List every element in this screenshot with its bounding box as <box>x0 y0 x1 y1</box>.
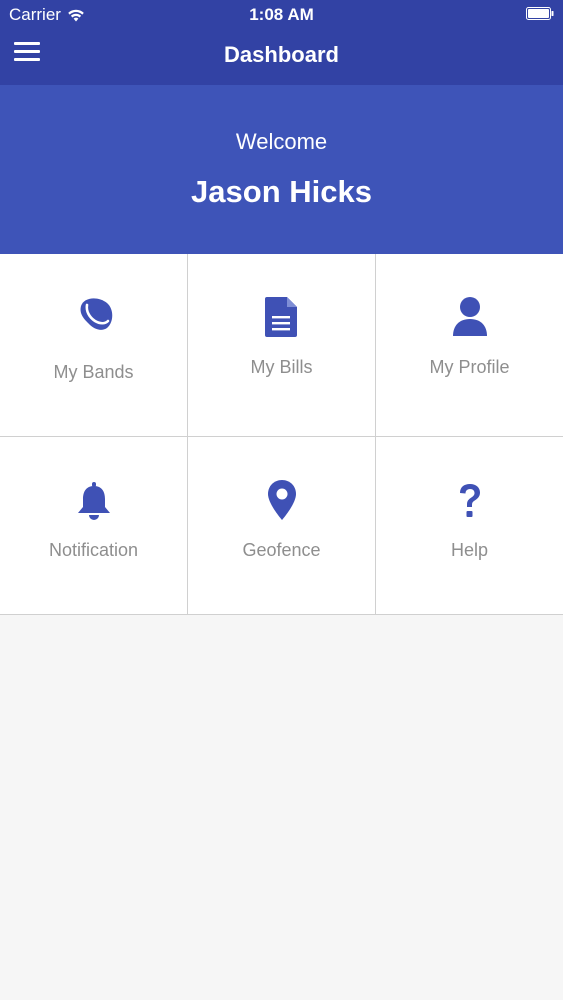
nav-bar: Dashboard <box>0 30 563 85</box>
tile-label: Geofence <box>242 540 321 560</box>
band-icon <box>80 298 112 330</box>
bell-icon <box>77 482 110 520</box>
dashboard-screen: Carrier 1:08 AM Dashboard Welcome Jason … <box>0 0 563 1000</box>
map-pin-icon <box>267 480 296 520</box>
empty-area <box>0 615 563 1000</box>
status-bar: Carrier 1:08 AM <box>0 0 563 30</box>
tile-notification[interactable]: Notification <box>0 437 188 615</box>
clock: 1:08 AM <box>249 5 314 24</box>
tile-my-bands[interactable]: My Bands <box>0 254 188 437</box>
tile-help[interactable]: Help <box>376 437 563 615</box>
tile-label: My Bills <box>250 357 313 377</box>
welcome-greeting: Welcome <box>235 129 328 154</box>
tile-label: My Bands <box>53 362 134 382</box>
tile-label: Help <box>450 540 489 560</box>
top-bar: Carrier 1:08 AM Dashboard <box>0 0 563 85</box>
tile-my-bills[interactable]: My Bills <box>188 254 376 437</box>
tile-my-profile[interactable]: My Profile <box>376 254 563 437</box>
welcome-banner: Welcome Jason Hicks <box>0 85 563 254</box>
document-icon <box>264 297 297 337</box>
tile-geofence[interactable]: Geofence <box>188 437 376 615</box>
battery-icon <box>526 7 554 20</box>
user-name: Jason Hicks <box>191 174 372 209</box>
page-title: Dashboard <box>224 42 339 67</box>
question-mark-icon <box>459 484 480 517</box>
tile-label: Notification <box>48 540 139 560</box>
tile-label: My Profile <box>429 357 510 377</box>
dashboard-grid: My Bands My Bills My Profile Notificatio… <box>0 254 563 615</box>
user-icon <box>452 297 487 336</box>
